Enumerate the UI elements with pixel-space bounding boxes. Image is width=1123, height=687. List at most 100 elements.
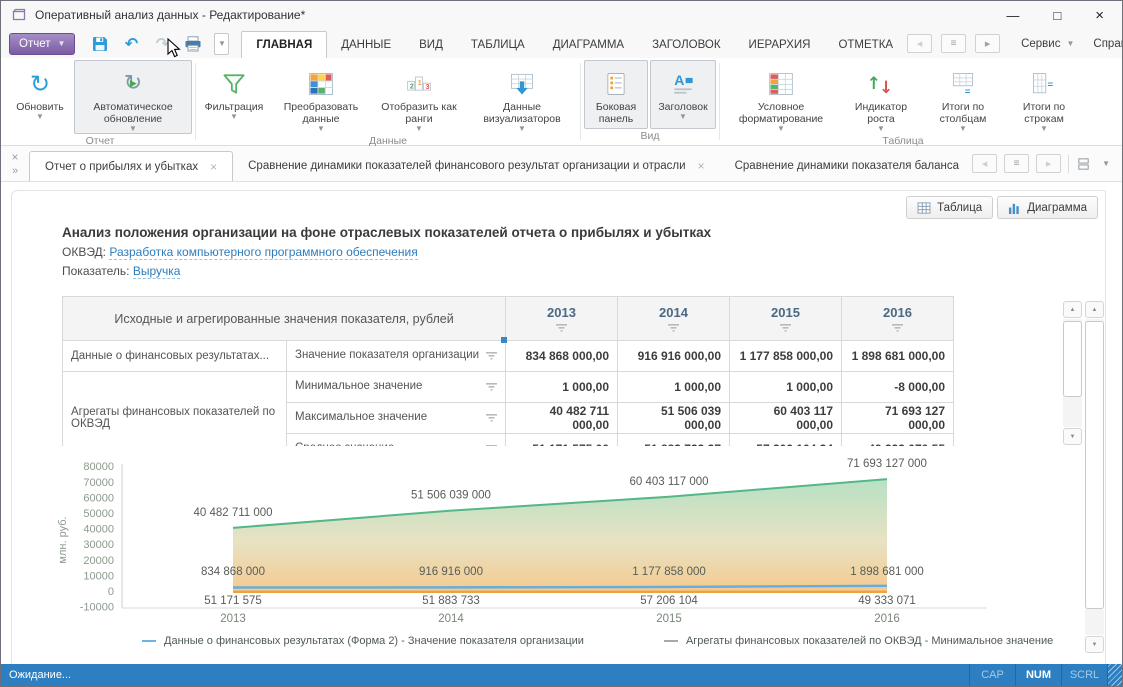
- value-cell[interactable]: 57 206 104,24: [729, 433, 843, 446]
- save-button[interactable]: [90, 34, 110, 54]
- visualizer-data-button[interactable]: Данные визуализаторов ▼: [467, 60, 577, 134]
- filter-icon[interactable]: [668, 323, 680, 332]
- value-cell[interactable]: -8 000,00: [841, 371, 955, 403]
- row-group-cell[interactable]: Агрегаты финансовых показателей по ОКВЭД: [62, 371, 287, 446]
- scrollbar-thumb[interactable]: [1063, 321, 1082, 397]
- ribbon-menu-button[interactable]: ≡: [941, 34, 967, 53]
- tab-list-button[interactable]: ≡: [1004, 154, 1030, 173]
- scroll-down-button[interactable]: ▼: [1063, 428, 1082, 445]
- tab-vid[interactable]: ВИД: [405, 32, 457, 58]
- scroll-down-button[interactable]: ▼: [1085, 636, 1104, 653]
- close-panel-icon[interactable]: ×: [11, 150, 18, 164]
- auto-refresh-label: Автоматическое обновление: [93, 101, 173, 125]
- tab-scroll-left-button[interactable]: ◀: [972, 154, 998, 173]
- tab-tablitsa[interactable]: ТАБЛИЦА: [457, 32, 539, 58]
- tab-dannye[interactable]: ДАННЫЕ: [327, 32, 405, 58]
- value-cell[interactable]: 60 403 117 000,00: [729, 402, 843, 434]
- redo-button[interactable]: ↷: [152, 34, 172, 54]
- year-column-header[interactable]: 2015: [729, 296, 843, 341]
- close-button[interactable]: ×: [1095, 7, 1104, 24]
- value-cell[interactable]: 49 333 070,55: [841, 433, 955, 446]
- help-menu[interactable]: Справка ▼: [1093, 38, 1122, 50]
- filter-button[interactable]: Фильтрация ▼: [199, 60, 269, 134]
- year-column-header[interactable]: 2016: [841, 296, 955, 341]
- doc-tab-dynamics-result[interactable]: Сравнение динамики показателей финансово…: [233, 150, 719, 181]
- header-button[interactable]: A Заголовок ▼: [650, 60, 716, 129]
- doc-tab-balance[interactable]: Сравнение динамики показателя баланса: [720, 150, 960, 181]
- value-cell[interactable]: 51 171 575,00: [505, 433, 619, 446]
- value-cell[interactable]: 71 693 127 000,00: [841, 402, 955, 434]
- ribbon-scroll-left-button[interactable]: ◀: [907, 34, 933, 53]
- column-resize-handle[interactable]: [501, 337, 507, 343]
- filter-icon[interactable]: [486, 445, 498, 446]
- scroll-up-button[interactable]: ▲: [1063, 301, 1082, 318]
- resize-grip[interactable]: [1107, 664, 1122, 686]
- filter-icon[interactable]: [780, 323, 792, 332]
- tab-otmetka[interactable]: ОТМЕТКА: [824, 32, 907, 58]
- print-button[interactable]: [183, 34, 203, 54]
- value-cell[interactable]: 51 883 733,37: [617, 433, 731, 446]
- expand-panel-icon[interactable]: »: [12, 165, 18, 177]
- value-cell[interactable]: 1 000,00: [505, 371, 619, 403]
- filter-icon[interactable]: [486, 414, 498, 422]
- value-cell[interactable]: 1 177 858 000,00: [729, 340, 843, 372]
- value-cell[interactable]: 916 916 000,00: [617, 340, 731, 372]
- report-menu-button[interactable]: Отчет ▼: [9, 32, 76, 55]
- tab-diagramma[interactable]: ДИАГРАММА: [539, 32, 638, 58]
- scrollbar-thumb[interactable]: [1085, 321, 1104, 609]
- tab-ierarhiya[interactable]: ИЕРАРХИЯ: [735, 32, 825, 58]
- chart-view-button[interactable]: Диаграмма: [997, 196, 1098, 219]
- doc-tab-profit-loss[interactable]: Отчет о прибылях и убытках ×: [29, 151, 234, 181]
- value-cell[interactable]: 1 898 681 000,00: [841, 340, 955, 372]
- conditional-formatting-button[interactable]: Условное форматирование ▼: [723, 60, 839, 134]
- year-column-header[interactable]: 2013: [505, 296, 619, 341]
- split-view-button[interactable]: [1076, 156, 1091, 172]
- table-corner-header[interactable]: Исходные и агрегированные значения показ…: [62, 296, 507, 341]
- tab-glavnaya[interactable]: ГЛАВНАЯ: [241, 31, 328, 58]
- chevron-down-icon[interactable]: ▼: [1102, 159, 1110, 168]
- value-cell[interactable]: 40 482 711 000,00: [505, 402, 619, 434]
- side-panel-button[interactable]: Боковая панель: [584, 60, 648, 129]
- close-tab-icon[interactable]: ×: [210, 160, 217, 174]
- value-cell[interactable]: 1 000,00: [617, 371, 731, 403]
- filter-icon[interactable]: [892, 323, 904, 332]
- minimize-button[interactable]: —: [1006, 8, 1019, 23]
- value-cell[interactable]: 51 506 039 000,00: [617, 402, 731, 434]
- page-scrollbar[interactable]: ▲ ▼: [1085, 301, 1104, 653]
- year-column-header[interactable]: 2014: [617, 296, 731, 341]
- metric-cell[interactable]: Минимальное значение: [285, 371, 507, 403]
- area-chart[interactable]: 80000 70000 60000 50000 40000 30000 20000 10000…: [52, 452, 1105, 647]
- value-cell[interactable]: 834 868 000,00: [505, 340, 619, 372]
- metric-cell[interactable]: Максимальное значение: [285, 402, 507, 434]
- scrollbar-track[interactable]: [1085, 319, 1104, 635]
- ribbon-scroll-right-button[interactable]: ▶: [975, 34, 1001, 53]
- row-group-cell[interactable]: Данные о финансовых результатах...: [62, 340, 287, 372]
- row-totals-button[interactable]: = Итоги по строкам ▼: [1005, 60, 1083, 134]
- indicator-link[interactable]: Выручка: [132, 264, 181, 279]
- auto-refresh-button[interactable]: ↻ ▶ Автоматическое обновление ▼: [74, 60, 192, 134]
- close-tab-icon[interactable]: ×: [698, 159, 705, 173]
- scrollbar-track[interactable]: [1063, 319, 1082, 427]
- maximize-button[interactable]: □: [1053, 8, 1061, 23]
- undo-button[interactable]: ↶: [121, 34, 141, 54]
- okved-link[interactable]: Разработка компьютерного программного об…: [109, 245, 418, 260]
- transform-data-button[interactable]: Преобразовать данные ▼: [271, 60, 371, 134]
- table-view-button[interactable]: Таблица: [906, 196, 994, 219]
- filter-icon[interactable]: [556, 323, 568, 332]
- filter-icon[interactable]: [486, 383, 498, 391]
- metric-cell[interactable]: Значение показателя организации: [285, 340, 507, 372]
- value-cell[interactable]: 1 000,00: [729, 371, 843, 403]
- column-totals-button[interactable]: = Итоги по столбцам ▼: [923, 60, 1003, 134]
- show-as-ranks-button[interactable]: 2 1 3 Отобразить как ранги ▼: [373, 60, 465, 134]
- tab-zagolovok[interactable]: ЗАГОЛОВОК: [638, 32, 734, 58]
- refresh-button[interactable]: ↻ Обновить ▼: [8, 60, 72, 134]
- scroll-up-button[interactable]: ▲: [1085, 301, 1104, 318]
- table-scrollbar[interactable]: ▲ ▼: [1063, 301, 1082, 445]
- growth-indicator-button[interactable]: ↑ ↓ Индикатор роста ▼: [841, 60, 921, 134]
- metric-cell[interactable]: Среднее значение: [285, 433, 507, 446]
- filter-icon[interactable]: [486, 352, 498, 360]
- tab-scroll-right-button[interactable]: ▶: [1036, 154, 1062, 173]
- chevron-down-icon: ▼: [129, 124, 137, 133]
- service-menu[interactable]: Сервис ▼: [1021, 38, 1074, 50]
- print-options-dropdown[interactable]: ▼: [214, 32, 230, 55]
